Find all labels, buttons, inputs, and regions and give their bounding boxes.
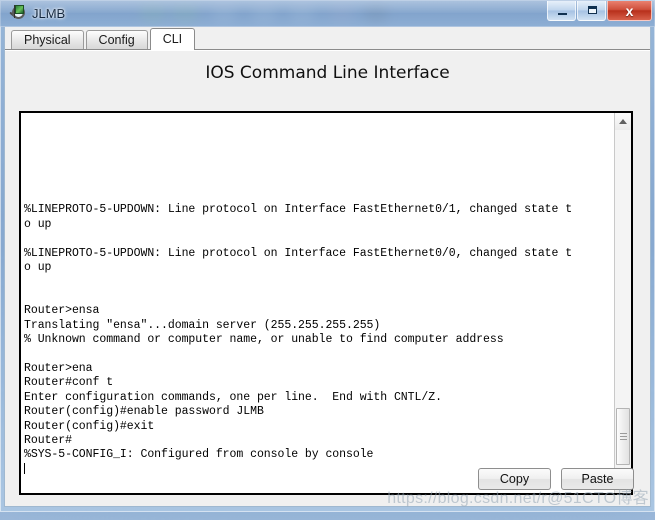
- maximize-button[interactable]: [577, 1, 606, 21]
- scrollbar-grip: [620, 432, 627, 441]
- tab-strip: Physical Config CLI: [5, 27, 650, 51]
- terminal-container: %LINEPROTO-5-UPDOWN: Line protocol on In…: [19, 111, 633, 495]
- tab-physical[interactable]: Physical: [11, 30, 84, 50]
- minimize-icon: [558, 13, 567, 15]
- window-controls: x: [546, 1, 652, 23]
- application-window: JLMB x Physical Config CLI IOS Command L…: [0, 0, 655, 512]
- scroll-up-arrow[interactable]: [615, 113, 631, 130]
- page-title: IOS Command Line Interface: [205, 63, 450, 83]
- action-buttons: Copy Paste: [478, 468, 634, 490]
- window-title: JLMB: [32, 5, 66, 21]
- cursor-caret: [24, 462, 25, 474]
- cli-text: %LINEPROTO-5-UPDOWN: Line protocol on In…: [24, 117, 612, 477]
- paste-button[interactable]: Paste: [561, 468, 634, 490]
- close-icon: x: [625, 2, 634, 19]
- magnifier-flag-icon: [9, 5, 25, 21]
- minimize-button[interactable]: [547, 1, 576, 21]
- tab-page-cli: IOS Command Line Interface %LINEPROTO-5-…: [5, 50, 650, 506]
- cli-output-area[interactable]: %LINEPROTO-5-UPDOWN: Line protocol on In…: [21, 113, 614, 493]
- scrollbar-thumb[interactable]: [616, 408, 630, 465]
- maximize-icon: [588, 6, 597, 14]
- copy-button[interactable]: Copy: [478, 468, 551, 490]
- close-button[interactable]: x: [607, 1, 652, 21]
- vertical-scrollbar[interactable]: [614, 113, 631, 493]
- title-bar[interactable]: JLMB x: [0, 0, 655, 27]
- tab-cli[interactable]: CLI: [149, 28, 196, 51]
- window-content: Physical Config CLI IOS Command Line Int…: [4, 27, 651, 507]
- scrollbar-track[interactable]: [615, 130, 631, 476]
- tab-config[interactable]: Config: [85, 30, 148, 50]
